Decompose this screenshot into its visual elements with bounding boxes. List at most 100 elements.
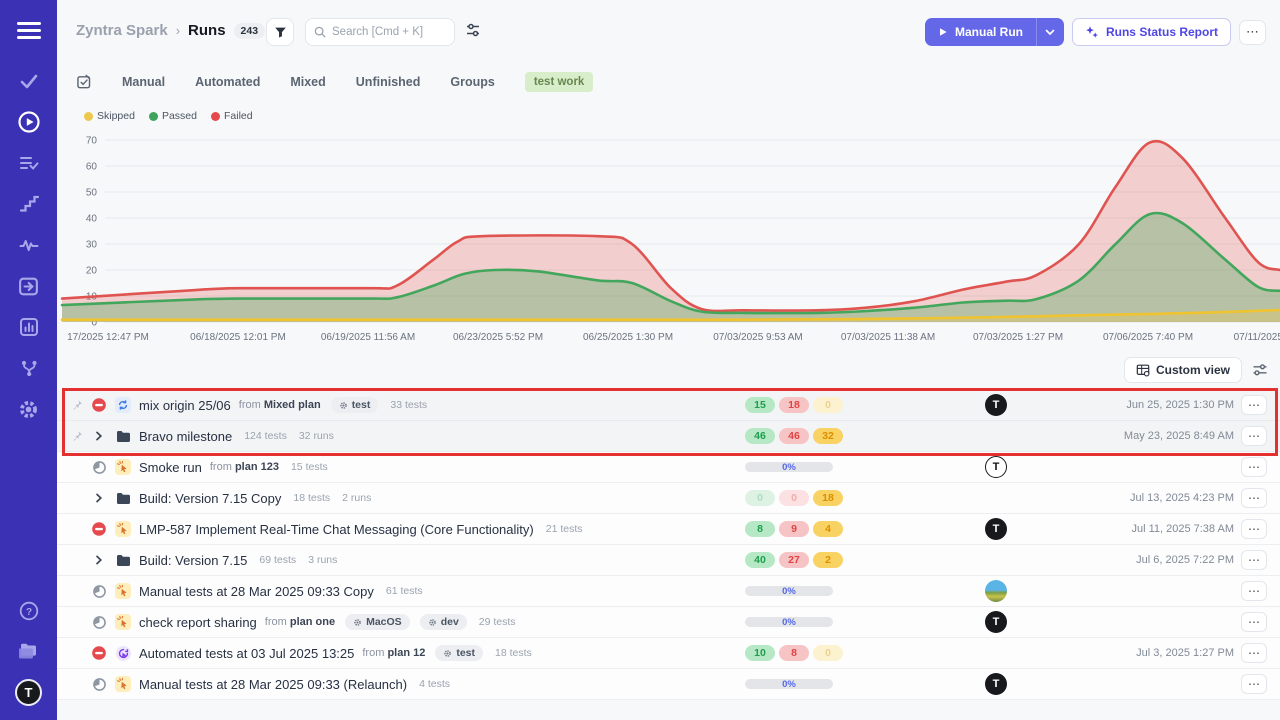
user-avatar[interactable]: T [15, 679, 42, 706]
stopped-status-icon [92, 646, 106, 660]
breadcrumb-project[interactable]: Zyntra Spark [76, 22, 168, 39]
run-title[interactable]: Build: Version 7.15 [139, 553, 247, 568]
in-progress-status-icon [93, 678, 106, 691]
runs-table: mix origin 25/06from Mixed plantest33 te… [57, 390, 1280, 700]
table-row[interactable]: Build: Version 7.1569 tests3 runs 40 27 … [57, 545, 1280, 576]
row-lead: Build: Version 7.15 Copy18 tests2 runs [57, 491, 371, 506]
check-icon[interactable] [17, 69, 41, 93]
mixed-run-icon [115, 397, 131, 413]
assignee-avatar[interactable]: T [985, 673, 1007, 695]
svg-text:06/23/2025 5:52 PM: 06/23/2025 5:52 PM [453, 332, 543, 343]
table-row[interactable]: Manual tests at 28 Mar 2025 09:33 Copy61… [57, 576, 1280, 607]
passed-count-badge: 46 [745, 428, 775, 444]
test-runs-icon[interactable] [17, 151, 41, 175]
run-title[interactable]: mix origin 25/06 [139, 398, 231, 413]
passed-count-badge: 8 [745, 521, 775, 537]
play-circle-icon[interactable] [17, 110, 41, 134]
manual-run-button[interactable]: Manual Run [925, 25, 1036, 39]
tab-unfinished[interactable]: Unfinished [356, 75, 421, 89]
tab-manual[interactable]: Manual [122, 75, 165, 89]
environment-badge: test [331, 397, 379, 413]
row-more-button[interactable]: ⋯ [1241, 488, 1267, 508]
row-more-button[interactable]: ⋯ [1241, 457, 1267, 477]
svg-text:07/03/2025 1:27 PM: 07/03/2025 1:27 PM [973, 332, 1063, 343]
help-icon[interactable]: ? [17, 599, 41, 623]
manual-run-dropdown-button[interactable] [1036, 18, 1064, 46]
table-row[interactable]: Automated tests at 03 Jul 2025 13:25 from… [57, 638, 1280, 669]
runs-status-report-button[interactable]: Runs Status Report [1072, 18, 1231, 46]
row-more-button[interactable]: ⋯ [1241, 581, 1267, 601]
skipped-count-badge: 0 [813, 397, 843, 413]
search-input[interactable] [332, 26, 442, 38]
assignee-avatar[interactable] [985, 580, 1007, 602]
run-title[interactable]: LMP-587 Implement Real-Time Chat Messagi… [139, 522, 534, 537]
svg-text:20: 20 [86, 266, 98, 277]
custom-view-button[interactable]: Custom view [1124, 357, 1242, 383]
signin-icon[interactable] [17, 274, 41, 298]
progress-bar: 0% [745, 617, 833, 627]
passed-count-badge: 15 [745, 397, 775, 413]
run-title[interactable]: Smoke run [139, 460, 202, 475]
table-row[interactable]: LMP-587 Implement Real-Time Chat Messagi… [57, 514, 1280, 545]
saved-view-chip[interactable]: test work [525, 72, 594, 92]
run-title[interactable]: check report sharing [139, 615, 257, 630]
run-title[interactable]: Automated tests at 03 Jul 2025 13:25 [139, 646, 354, 661]
run-checklist-icon[interactable] [76, 74, 92, 90]
result-badges: 10 8 0 [745, 645, 843, 661]
gear-icon [443, 649, 452, 658]
run-from-plan: from plan 12 [362, 647, 425, 659]
integrations-icon[interactable] [17, 356, 41, 380]
row-more-button[interactable]: ⋯ [1241, 519, 1267, 539]
progress-value: 0% [782, 462, 796, 473]
table-row[interactable]: Build: Version 7.15 Copy18 tests2 runs 0… [57, 483, 1280, 514]
table-settings-icon [1136, 363, 1150, 377]
result-badges: 46 46 32 [745, 428, 843, 444]
header-more-button[interactable]: ⋯ [1239, 20, 1266, 45]
row-lead: check report sharingfrom plan oneMacOSde… [57, 614, 516, 630]
row-more-button[interactable]: ⋯ [1241, 612, 1267, 632]
expand-chevron-icon[interactable] [94, 493, 104, 503]
expand-chevron-icon[interactable] [94, 555, 104, 565]
row-lead: Manual tests at 28 Mar 2025 09:33 (Relau… [57, 676, 450, 692]
row-more-button[interactable]: ⋯ [1241, 674, 1267, 694]
table-row[interactable]: mix origin 25/06from Mixed plantest33 te… [57, 390, 1280, 421]
tab-automated[interactable]: Automated [195, 75, 260, 89]
table-row[interactable]: Smoke runfrom plan 12315 tests0%T⋯ [57, 452, 1280, 483]
run-title[interactable]: Manual tests at 28 Mar 2025 09:33 (Relau… [139, 677, 407, 692]
chevron-down-icon [1045, 29, 1055, 36]
run-title[interactable]: Bravo milestone [139, 429, 232, 444]
folder-icon [116, 430, 131, 443]
search-box [305, 18, 455, 46]
run-date: Jul 3, 2025 1:27 PM [1136, 647, 1234, 659]
expand-chevron-icon[interactable] [94, 431, 104, 441]
row-more-button[interactable]: ⋯ [1241, 395, 1267, 415]
breadcrumb: Zyntra Spark › Runs 243 [76, 22, 265, 39]
assignee-avatar[interactable]: T [985, 611, 1007, 633]
adjustments-icon[interactable] [465, 22, 481, 43]
legend-dot-icon [149, 112, 158, 121]
row-more-button[interactable]: ⋯ [1241, 550, 1267, 570]
tab-groups[interactable]: Groups [450, 75, 494, 89]
activity-icon[interactable] [17, 233, 41, 257]
run-title[interactable]: Manual tests at 28 Mar 2025 09:33 Copy [139, 584, 374, 599]
folder-icon [116, 554, 131, 567]
assignee-avatar[interactable]: T [985, 456, 1007, 478]
assignee-avatar[interactable]: T [985, 394, 1007, 416]
progress-bar: 0% [745, 586, 833, 596]
projects-icon[interactable] [17, 639, 41, 663]
table-adjustments-icon[interactable] [1252, 363, 1268, 377]
manual-run-icon [115, 583, 131, 599]
row-more-button[interactable]: ⋯ [1241, 643, 1267, 663]
table-row[interactable]: check report sharingfrom plan oneMacOSde… [57, 607, 1280, 638]
reports-icon[interactable] [17, 315, 41, 339]
filter-button[interactable] [266, 18, 294, 46]
run-title[interactable]: Build: Version 7.15 Copy [139, 491, 281, 506]
assignee-avatar[interactable]: T [985, 518, 1007, 540]
settings-icon[interactable] [17, 397, 41, 421]
tab-mixed[interactable]: Mixed [290, 75, 325, 89]
menu-icon[interactable] [17, 18, 41, 43]
row-more-button[interactable]: ⋯ [1241, 426, 1267, 446]
milestones-icon[interactable] [17, 192, 41, 216]
table-row[interactable]: Manual tests at 28 Mar 2025 09:33 (Relau… [57, 669, 1280, 700]
table-row[interactable]: Bravo milestone124 tests32 runs 46 46 32… [57, 421, 1280, 452]
